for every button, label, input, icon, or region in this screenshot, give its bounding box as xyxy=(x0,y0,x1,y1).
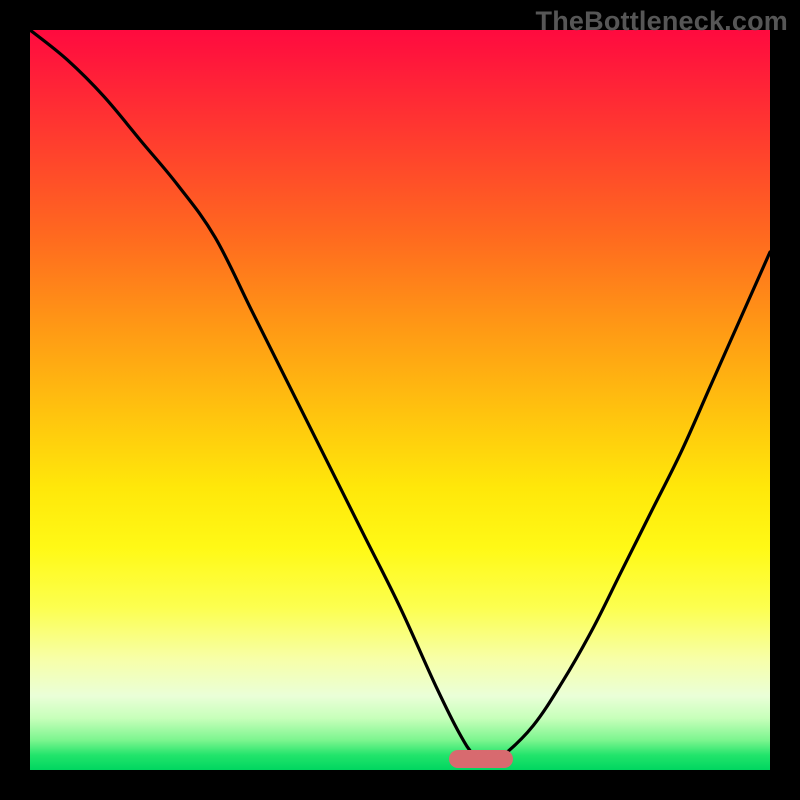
plot-area xyxy=(30,30,770,770)
watermark-text: TheBottleneck.com xyxy=(536,6,788,37)
optimal-marker xyxy=(449,750,513,768)
chart-frame: TheBottleneck.com xyxy=(0,0,800,800)
curve-svg xyxy=(30,30,770,770)
bottleneck-curve-path xyxy=(30,30,770,763)
